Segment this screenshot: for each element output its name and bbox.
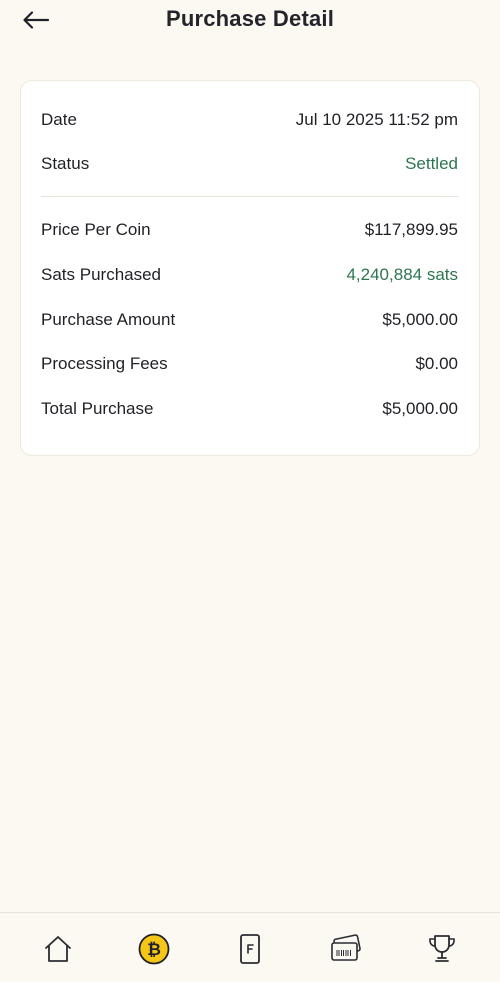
nav-rewards[interactable] <box>422 929 462 969</box>
fold-card-icon <box>240 934 260 964</box>
purchase-detail-screen: Purchase Detail Date Jul 10 2025 11:52 p… <box>0 0 500 982</box>
nav-home[interactable] <box>38 929 78 969</box>
header: Purchase Detail <box>0 0 500 44</box>
total-purchase-row: Total Purchase $5,000.00 <box>41 397 458 421</box>
status-value: Settled <box>405 154 458 173</box>
date-label: Date <box>41 110 77 129</box>
status-label: Status <box>41 154 90 173</box>
home-icon <box>45 936 71 962</box>
date-row: Date Jul 10 2025 11:52 pm <box>41 108 458 132</box>
nav-card[interactable] <box>230 929 270 969</box>
price-per-coin-label: Price Per Coin <box>41 220 151 239</box>
price-per-coin-row: Price Per Coin $117,899.95 <box>41 218 458 242</box>
divider <box>41 196 458 197</box>
purchase-amount-value: $5,000.00 <box>382 310 458 329</box>
processing-fees-value: $0.00 <box>415 354 458 373</box>
bitcoin-icon: ₿ <box>138 933 170 965</box>
trophy-icon <box>429 935 455 962</box>
nav-bitcoin[interactable]: ₿ <box>134 929 174 969</box>
svg-text:₿: ₿ <box>147 940 161 960</box>
sats-purchased-value: 4,240,884 sats <box>346 265 458 284</box>
bottom-nav: ₿ <box>0 912 500 982</box>
processing-fees-row: Processing Fees $0.00 <box>41 352 458 376</box>
purchase-amount-label: Purchase Amount <box>41 310 176 329</box>
purchase-detail-card: Date Jul 10 2025 11:52 pm Status Settled… <box>20 80 480 456</box>
gift-cards-icon <box>331 934 361 961</box>
status-row: Status Settled <box>41 152 458 176</box>
page-title: Purchase Detail <box>165 6 335 31</box>
processing-fees-label: Processing Fees <box>41 354 168 373</box>
total-purchase-value: $5,000.00 <box>382 399 458 418</box>
purchase-amount-row: Purchase Amount $5,000.00 <box>41 308 458 332</box>
price-per-coin-value: $117,899.95 <box>364 220 458 239</box>
sats-purchased-label: Sats Purchased <box>41 265 162 284</box>
total-purchase-label: Total Purchase <box>41 399 154 418</box>
sats-purchased-row: Sats Purchased 4,240,884 sats <box>41 263 458 287</box>
nav-gift-cards[interactable] <box>326 929 366 969</box>
date-value: Jul 10 2025 11:52 pm <box>295 110 458 129</box>
